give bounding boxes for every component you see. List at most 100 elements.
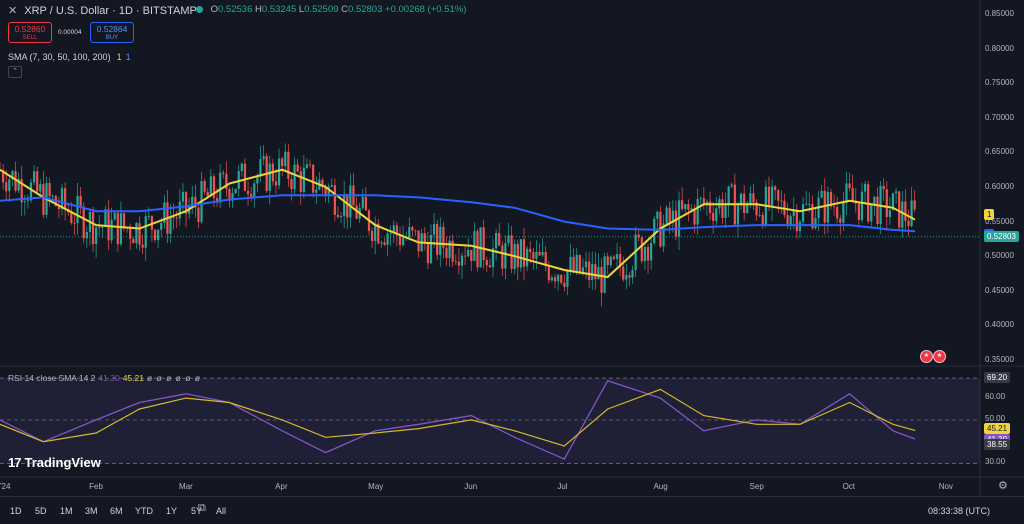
time-tick-label: Nov (938, 482, 953, 491)
candle-body (364, 196, 367, 211)
candle-body (857, 203, 860, 220)
price-tick-label: 0.65000 (985, 147, 1014, 157)
candle-body (749, 193, 752, 205)
candle-body (674, 210, 678, 237)
candle-body (795, 209, 798, 232)
candle-body (628, 275, 631, 278)
range-button-6m[interactable]: 6M (110, 506, 123, 516)
candle-body (284, 151, 287, 167)
buy-button[interactable]: 0.52864 BUY (90, 22, 134, 43)
candle-body (414, 230, 417, 232)
rsi-sma-point (848, 401, 851, 404)
price-tick-label: 0.60000 (985, 182, 1014, 191)
rsi-tick-label: 60.00 (985, 392, 1006, 402)
rsi-sma-point (417, 428, 420, 430)
us-flag-icon[interactable]: ★ (933, 350, 946, 363)
change-value: +0.00268 (+0.51%) (385, 4, 467, 15)
candle-body (758, 214, 761, 216)
bottom-toolbar (0, 496, 1024, 524)
candle-body (429, 234, 433, 264)
sma-blue-line-point (607, 227, 609, 230)
candle-body (681, 200, 684, 210)
symbol-legend[interactable]: ✕ XRP / U.S. Dollar · 1D · BITSTAMP (8, 4, 197, 17)
sma-blue-line-point (755, 224, 758, 226)
candle-body (535, 251, 538, 259)
candle-body (308, 164, 312, 166)
sma-yellow-line-point (892, 207, 894, 209)
rsi-sma-point (185, 397, 187, 399)
range-button-1y[interactable]: 1Y (166, 506, 177, 516)
candle-body (122, 213, 126, 228)
candle-body (510, 235, 513, 269)
chart-canvas[interactable] (0, 0, 1024, 523)
sma-yellow-line-point (374, 224, 376, 226)
candle-body (774, 186, 777, 191)
candle-body (209, 176, 212, 197)
sma-blue-line-point (470, 201, 472, 203)
rsi-indicator-legend[interactable]: RSI 14 close SMA 14 2 41.30 45.21 ø ø ø ø ø… (8, 373, 201, 383)
open-value: 0.52536 (218, 4, 253, 15)
rsi-sma-point (470, 419, 472, 421)
candle-body (26, 200, 30, 202)
candle-body (411, 227, 414, 231)
candle-body (408, 227, 411, 238)
range-button-1d[interactable]: 1D (10, 506, 22, 516)
candle-body (504, 243, 507, 269)
candle-body (578, 254, 581, 274)
sma-blue-line-point (374, 194, 376, 196)
sma-indicator-legend[interactable]: SMA (7, 30, 50, 100, 200) 1 1 (8, 52, 131, 62)
candle-body (910, 200, 913, 227)
chevron-up-icon[interactable]: ⌃ (8, 66, 22, 78)
candle-body (346, 194, 349, 218)
time-tick-label: May (368, 482, 384, 491)
candle-body (842, 203, 845, 223)
candle-body (532, 252, 535, 259)
sma-blue-line-point (799, 224, 801, 226)
candle-body (5, 182, 8, 192)
rsi-sma-point (324, 436, 327, 438)
candle-body (246, 190, 250, 195)
range-button-ytd[interactable]: YTD (135, 506, 153, 516)
candle-body (157, 229, 160, 241)
sma-blue-line-point (703, 226, 705, 228)
candle-body (606, 256, 609, 266)
candle-body (805, 203, 808, 205)
candle-body (470, 249, 473, 262)
candle-body (457, 261, 460, 266)
candle-body (526, 248, 529, 267)
range-button-5d[interactable]: 5D (35, 506, 47, 516)
rsi-point (138, 401, 141, 404)
candle-body (119, 213, 123, 245)
range-button-3m[interactable]: 3M (85, 506, 98, 516)
candle-body (640, 237, 643, 262)
gear-icon[interactable]: ⚙ (998, 479, 1008, 492)
candle-body (138, 223, 141, 245)
ohlc-values: O0.52536 H0.53245 L0.52509 C0.52803 +0.0… (196, 4, 466, 15)
candle-body (243, 163, 247, 191)
range-button-all[interactable]: All (216, 506, 226, 516)
collapse-icon[interactable]: ✕ (8, 5, 17, 17)
us-flag-icon[interactable]: ★ (920, 350, 933, 363)
rsi-sma-point (703, 414, 705, 417)
candle-body (287, 151, 290, 179)
candle-body (650, 243, 653, 261)
candle-body (73, 222, 76, 224)
rsi-sma-point (755, 423, 758, 425)
candle-body (656, 211, 659, 219)
candle-body (814, 218, 817, 229)
sma-yellow-tag: 1 (984, 209, 995, 221)
candle-body (557, 274, 560, 282)
candle-body (501, 245, 504, 269)
range-button-1m[interactable]: 1M (60, 506, 73, 516)
sma-yellow-line-point (228, 182, 231, 185)
candle-body (299, 171, 302, 192)
date-range-icon[interactable]: ⧉ (198, 502, 206, 515)
candle-body (798, 221, 802, 232)
candle-body (206, 192, 209, 197)
candle-body (101, 226, 104, 228)
rsi-sma-point (514, 430, 516, 432)
sell-button[interactable]: 0.52860 SELL (8, 22, 52, 43)
candle-body (668, 207, 671, 223)
clock[interactable]: 08:33:38 (UTC) (928, 506, 990, 516)
sma-yellow-line-point (848, 200, 851, 202)
